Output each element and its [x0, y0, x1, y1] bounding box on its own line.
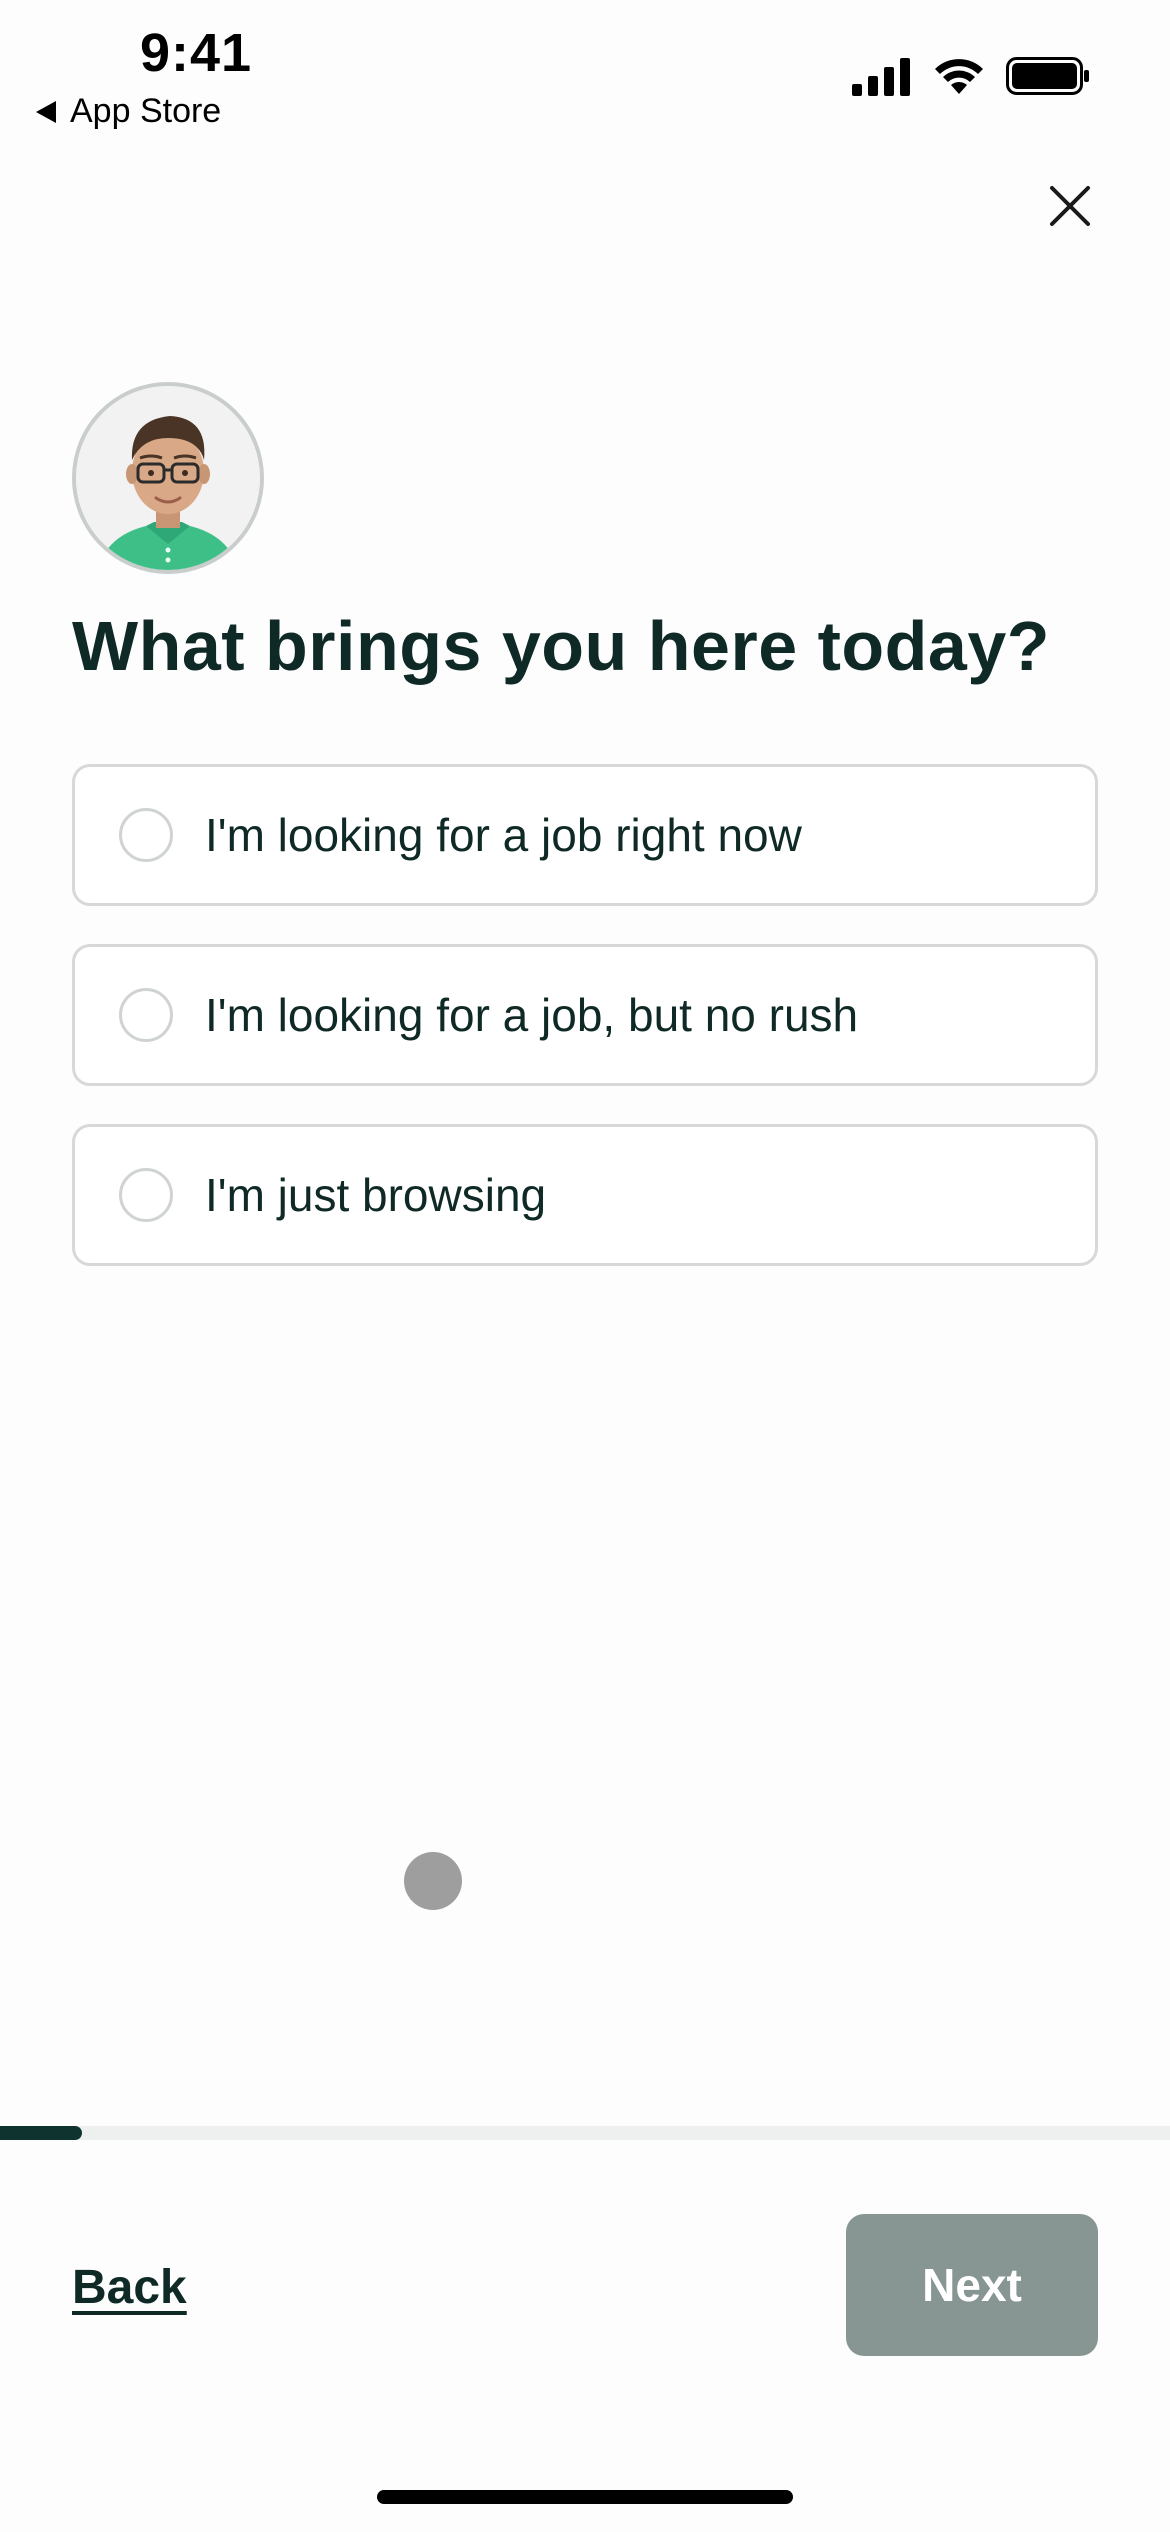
cellular-signal-icon — [852, 58, 910, 96]
battery-icon — [1006, 57, 1089, 95]
home-indicator — [377, 2490, 793, 2504]
person-avatar-icon — [76, 386, 260, 570]
option-label: I'm looking for a job, but no rush — [205, 989, 859, 1041]
onboarding-screen: 9:41 App Store What brings you here toda… — [0, 0, 1170, 2532]
close-button[interactable] — [1040, 176, 1100, 236]
close-icon — [1050, 186, 1090, 226]
option-job-right-now[interactable]: I'm looking for a job right now — [72, 764, 1098, 906]
radio-button[interactable] — [119, 808, 173, 862]
answer-options: I'm looking for a job right now I'm look… — [72, 764, 1098, 1304]
touch-indicator — [404, 1852, 462, 1910]
option-label: I'm looking for a job right now — [205, 809, 802, 861]
option-job-no-rush[interactable]: I'm looking for a job, but no rush — [72, 944, 1098, 1086]
progress-fill — [0, 2126, 82, 2140]
back-to-app-store[interactable]: App Store — [36, 92, 221, 131]
wifi-icon — [935, 59, 983, 94]
option-label: I'm just browsing — [205, 1169, 547, 1221]
radio-button[interactable] — [119, 1168, 173, 1222]
back-to-app-label: App Store — [70, 92, 222, 130]
progress-bar — [0, 2126, 1170, 2140]
status-icons — [852, 56, 1090, 96]
option-just-browsing[interactable]: I'm just browsing — [72, 1124, 1098, 1266]
back-triangle-icon — [36, 100, 56, 123]
next-button[interactable]: Next — [846, 2214, 1098, 2356]
radio-button[interactable] — [119, 988, 173, 1042]
page-title: What brings you here today? — [72, 607, 1051, 685]
avatar — [72, 382, 264, 574]
status-time: 9:41 — [140, 23, 253, 83]
back-button[interactable]: Back — [72, 2260, 187, 2315]
